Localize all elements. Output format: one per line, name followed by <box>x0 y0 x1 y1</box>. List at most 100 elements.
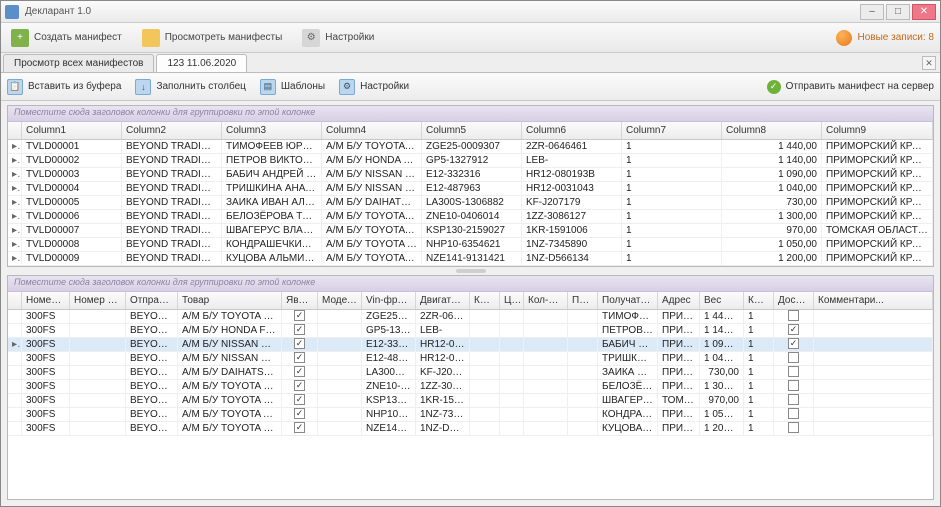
view-manifests-button[interactable]: Просмотреть манифесты <box>138 26 287 50</box>
cell[interactable] <box>568 408 598 422</box>
cell[interactable]: ПРИМОРСК... <box>658 408 700 422</box>
checkbox[interactable] <box>294 422 305 433</box>
cell[interactable] <box>318 338 362 352</box>
cell[interactable] <box>70 422 126 436</box>
column-header[interactable]: Цвет <box>500 292 524 309</box>
cell[interactable]: ТРИШКИНА АНА... <box>598 352 658 366</box>
cell[interactable] <box>568 366 598 380</box>
cell[interactable] <box>524 394 568 408</box>
cell[interactable]: 1 050,00 <box>700 408 744 422</box>
cell[interactable]: ТVLD00002 <box>22 154 122 168</box>
cell[interactable]: ПРИМОРСКИЙ КРАЙ Г.ВЛАДИВ... <box>822 182 933 196</box>
cell[interactable] <box>70 352 126 366</box>
cell[interactable]: 1 <box>622 140 722 154</box>
cell[interactable]: ПРИМОРСКИЙ КРАЙ Г.ВЛАДИВ... <box>822 196 933 210</box>
templates-button[interactable]: ▤ Шаблоны <box>260 79 325 95</box>
cell[interactable] <box>524 352 568 366</box>
cell[interactable]: 730,00 <box>700 366 744 380</box>
cell[interactable]: ПРИМОРСКИЙ КРАЙ Г.УССУРИ... <box>822 140 933 154</box>
table-row[interactable]: 300FS BEYOND TRA... А/М Б/У TOYOTA AQUA … <box>8 408 933 422</box>
top-grid-body[interactable]: ▸ ТVLD00001 BEYOND TRADING LIMITED ТИМОФ… <box>8 140 933 266</box>
cell[interactable]: 300FS <box>22 366 70 380</box>
cell[interactable] <box>470 352 500 366</box>
cell[interactable]: ПРИМОРСКИЙ КРАЙ ПОЖАРС... <box>822 238 933 252</box>
cell[interactable]: BEYOND TRA... <box>126 338 178 352</box>
cell[interactable]: ПРИМОРСК... <box>658 380 700 394</box>
column-header[interactable]: Является ав... <box>282 292 318 309</box>
cell[interactable]: 1 <box>744 366 774 380</box>
column-header[interactable]: Column3 <box>222 122 322 139</box>
column-header[interactable]: Vin-фрейм <box>362 292 416 309</box>
cell[interactable]: HR12-080193B <box>416 338 470 352</box>
cell[interactable]: А/М Б/У TOYOTA AQUA HYBRID <box>322 238 422 252</box>
cell[interactable] <box>524 310 568 324</box>
cell[interactable]: А/М Б/У NISSAN NOTE <box>322 182 422 196</box>
cell[interactable] <box>814 338 933 352</box>
splitter[interactable] <box>7 267 934 275</box>
cell[interactable]: 1 <box>622 224 722 238</box>
cell[interactable] <box>470 366 500 380</box>
cell[interactable]: BEYOND TRA... <box>126 394 178 408</box>
column-header[interactable]: Модель авто <box>318 292 362 309</box>
cell[interactable] <box>814 324 933 338</box>
cell[interactable] <box>318 394 362 408</box>
cell[interactable]: 1 <box>622 210 722 224</box>
cell[interactable]: 1 440,00 <box>722 140 822 154</box>
cell[interactable]: ТVLD00005 <box>22 196 122 210</box>
table-row[interactable]: ▸ ТVLD00002 BEYOND TRADING LIMITED ПЕТРО… <box>8 154 933 168</box>
fill-column-button[interactable]: ↓ Заполнить столбец <box>135 79 245 95</box>
cell[interactable]: ПРИМОРСК... <box>658 352 700 366</box>
cell[interactable] <box>774 366 814 380</box>
cell[interactable]: 1KR-1591006 <box>522 224 622 238</box>
checkbox[interactable] <box>788 408 799 419</box>
cell[interactable]: 1NZ-D566134 <box>416 422 470 436</box>
cell[interactable] <box>318 380 362 394</box>
cell[interactable] <box>774 352 814 366</box>
cell[interactable]: HR12-0031043 <box>416 352 470 366</box>
cell[interactable] <box>774 310 814 324</box>
cell[interactable] <box>500 324 524 338</box>
cell[interactable]: ТИМОФЕЕВ ЮР... <box>598 310 658 324</box>
cell[interactable] <box>282 366 318 380</box>
checkbox[interactable] <box>788 380 799 391</box>
cell[interactable] <box>470 394 500 408</box>
cell[interactable] <box>774 422 814 436</box>
cell[interactable]: А/М Б/У HONDA FIT HYBRID <box>178 324 282 338</box>
cell[interactable]: 1 <box>622 154 722 168</box>
cell[interactable] <box>814 408 933 422</box>
table-row[interactable]: ▸ ТVLD00009 BEYOND TRADING LIMITED КУЦОВ… <box>8 252 933 266</box>
cell[interactable]: 1 090,00 <box>722 168 822 182</box>
table-row[interactable]: 300FS BEYOND TRA... А/М Б/У DAIHATSU MIR… <box>8 366 933 380</box>
cell[interactable] <box>70 366 126 380</box>
cell[interactable]: 1 <box>744 422 774 436</box>
cell[interactable]: А/М Б/У TOYOTA VITZ <box>178 394 282 408</box>
cell[interactable] <box>500 366 524 380</box>
cell[interactable] <box>500 338 524 352</box>
tab-close-button[interactable]: ✕ <box>922 56 936 70</box>
cell[interactable]: 2ZR-0646461 <box>416 310 470 324</box>
cell[interactable]: 1 200,00 <box>700 422 744 436</box>
cell[interactable]: 1 <box>744 324 774 338</box>
cell[interactable]: BEYOND TRADING LIMITED <box>122 168 222 182</box>
column-header[interactable]: Column2 <box>122 122 222 139</box>
table-row[interactable]: ▸ ТVLD00006 BEYOND TRADING LIMITED БЕЛОЗ… <box>8 210 933 224</box>
cell[interactable]: КУЦОВА АЛЬМИ... <box>598 422 658 436</box>
cell[interactable]: ZGE25-0009307 <box>422 140 522 154</box>
cell[interactable]: 1 <box>744 352 774 366</box>
cell[interactable]: BEYOND TRA... <box>126 366 178 380</box>
table-row[interactable]: 300FS BEYOND TRA... А/М Б/У TOYOTA WISH … <box>8 380 933 394</box>
table-row[interactable]: ▸ 300FS BEYOND TRA... А/М Б/У NISSAN NOT… <box>8 338 933 352</box>
cell[interactable]: А/М Б/У TOYOTA COROLLA FIE... <box>322 252 422 266</box>
cell[interactable] <box>470 324 500 338</box>
create-manifest-button[interactable]: + Создать манифест <box>7 26 126 50</box>
cell[interactable]: 1KR-1591006 <box>416 394 470 408</box>
cell[interactable]: 1 <box>622 168 722 182</box>
cell[interactable]: BEYOND TRA... <box>126 422 178 436</box>
cell[interactable]: 1 040,00 <box>722 182 822 196</box>
cell[interactable] <box>814 394 933 408</box>
cell[interactable]: ТРИШКИНА АНАСТАСИЯ ЕВГЕ... <box>222 182 322 196</box>
cell[interactable]: LA300S-130... <box>362 366 416 380</box>
cell[interactable]: LEB- <box>416 324 470 338</box>
cell[interactable]: BEYOND TRA... <box>126 310 178 324</box>
cell[interactable]: 300FS <box>22 324 70 338</box>
